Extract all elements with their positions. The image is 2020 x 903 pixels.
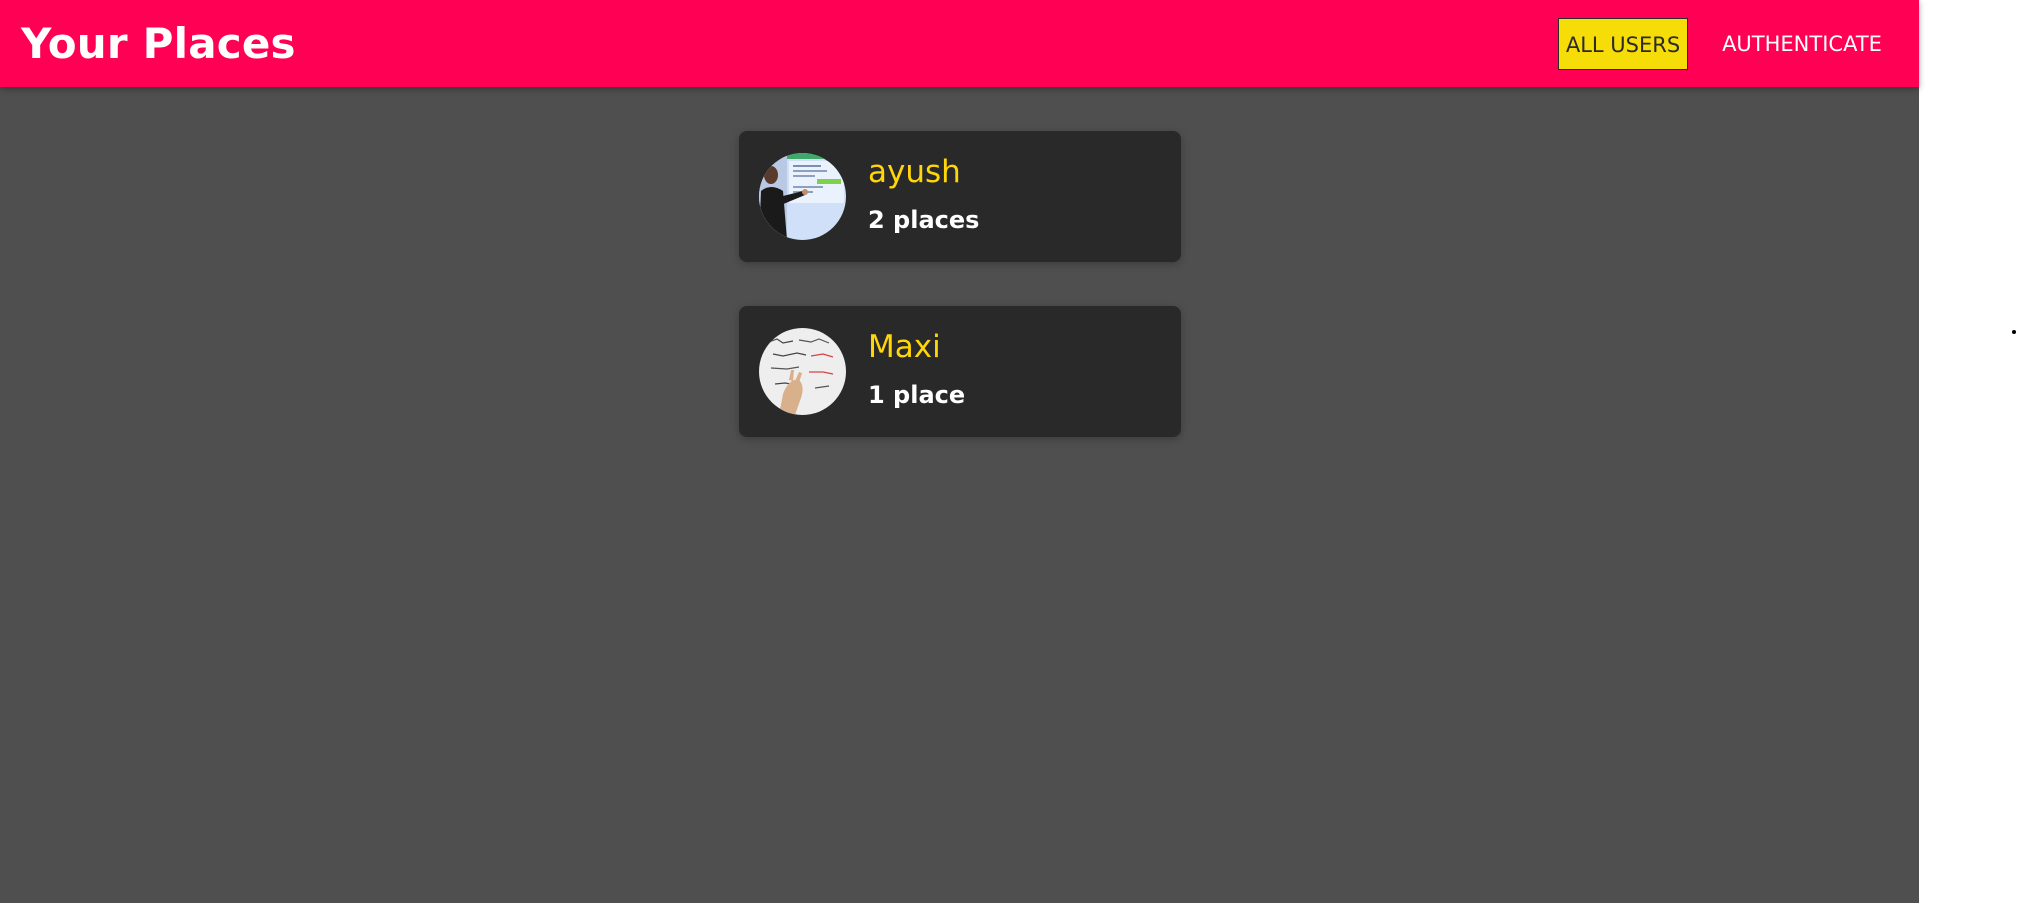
app-root: Your Places ALL USERS AUTHENTICATE ayush…	[0, 0, 1919, 903]
users-list: ayush 2 places Maxi 1 place	[739, 131, 1181, 481]
user-name: Maxi	[868, 329, 941, 365]
user-avatar	[759, 328, 846, 415]
site-title[interactable]: Your Places	[21, 17, 296, 71]
bullet-dot	[2012, 330, 2016, 334]
whiteboard-photo-icon	[759, 328, 846, 415]
user-card-ayush[interactable]: ayush 2 places	[739, 131, 1181, 262]
nav-all-users-link[interactable]: ALL USERS	[1558, 18, 1688, 70]
presenter-photo-icon	[759, 153, 846, 240]
user-place-count: 2 places	[868, 206, 980, 234]
user-name: ayush	[868, 154, 961, 190]
user-place-count: 1 place	[868, 381, 966, 409]
user-card-maxi[interactable]: Maxi 1 place	[739, 306, 1181, 437]
main-header: Your Places ALL USERS AUTHENTICATE	[0, 0, 1919, 87]
nav-authenticate-link[interactable]: AUTHENTICATE	[1719, 18, 1885, 70]
user-avatar	[759, 153, 846, 240]
